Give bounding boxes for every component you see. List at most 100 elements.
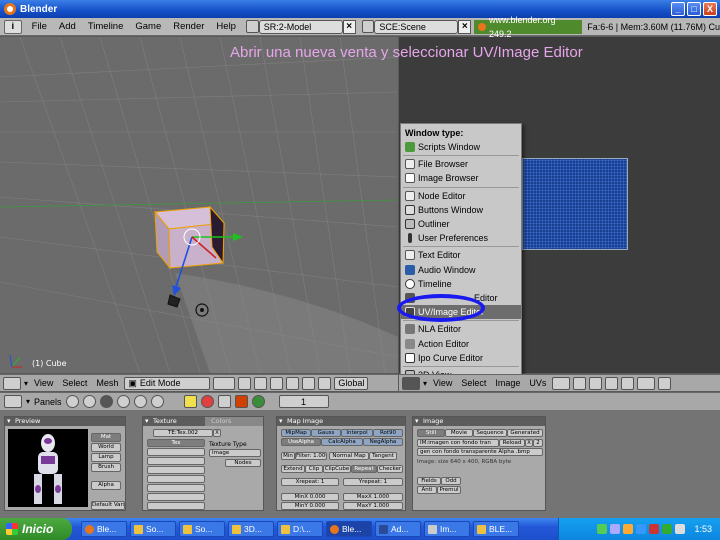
info-window-type-icon[interactable]: i (4, 19, 22, 34)
menu-file[interactable]: File (26, 19, 53, 35)
snap-icon[interactable] (658, 376, 672, 390)
texture-unlink-button[interactable]: X (213, 429, 221, 437)
collapse-menu-icon[interactable]: ▾ (423, 379, 427, 388)
menu-select[interactable]: Select (458, 377, 489, 390)
network-icon[interactable] (597, 524, 608, 534)
texture-nodes-button[interactable]: Nodes (225, 459, 261, 467)
scene-name-field[interactable]: SCE:Scene (374, 19, 459, 34)
menu-item-node-editor[interactable]: Node Editor (401, 189, 521, 203)
reload-button[interactable]: Reload (499, 439, 525, 447)
camera-object[interactable] (167, 294, 181, 308)
texture-channel[interactable] (147, 466, 205, 474)
interpol-toggle[interactable]: Interpol (341, 429, 373, 437)
fields-toggle[interactable]: Fields (417, 477, 441, 485)
menu-image[interactable]: Image (492, 377, 523, 390)
world-buttons-icon[interactable] (251, 395, 265, 408)
manipulator-toggle-icon[interactable] (254, 376, 268, 390)
menu-view[interactable]: View (31, 377, 56, 390)
texture-channel[interactable] (147, 475, 205, 483)
radiosity-buttons-icon[interactable] (234, 395, 248, 408)
premul-toggle[interactable]: Premul (437, 486, 461, 494)
island-select-icon[interactable] (621, 376, 635, 390)
sequence-tab[interactable]: Sequence (473, 429, 507, 437)
calcalpha-toggle[interactable]: CalcAlpha (321, 438, 363, 446)
still-tab[interactable]: Still (417, 429, 445, 437)
menu-add[interactable]: Add (53, 19, 82, 35)
texture-channel-selected[interactable]: Tex (147, 439, 205, 447)
colors-tab[interactable]: Colors (205, 417, 263, 426)
filter-size-field[interactable]: Filter: 1.000 (295, 452, 327, 460)
minimize-button[interactable]: _ (671, 2, 685, 16)
min-filter-toggle[interactable]: Min (281, 452, 295, 460)
3d-viewport[interactable] (0, 37, 398, 373)
xrepeat-field[interactable]: Xrepeat: 1 (281, 478, 339, 486)
antivirus-icon[interactable] (610, 524, 621, 534)
menu-item-user-preferences[interactable]: User Preferences (401, 231, 521, 245)
clipcube-toggle[interactable]: ClipCube (323, 465, 351, 473)
checker-toggle[interactable]: Checker (377, 465, 403, 473)
clip-toggle[interactable]: Clip (305, 465, 323, 473)
draw-type-icon[interactable] (213, 376, 236, 390)
preview-default-vars-button[interactable]: Default Vars (91, 501, 125, 510)
scene-delete-button[interactable]: × (458, 19, 472, 34)
texture-type-selector[interactable]: Image (209, 449, 261, 457)
hand-icon[interactable] (270, 376, 284, 390)
taskbar-item-folder[interactable]: BLE... (473, 521, 519, 537)
menu-item-text-editor[interactable]: Text Editor (401, 248, 521, 262)
menu-item-image-browser[interactable]: Image Browser (401, 171, 521, 185)
generated-tab[interactable]: Generated (507, 429, 543, 437)
image-window-type-icon[interactable] (402, 376, 420, 390)
menu-item-ipo-curve-editor[interactable]: Ipo Curve Editor (401, 351, 521, 365)
pivot-icon[interactable] (238, 376, 252, 390)
taskbar-item-explorer[interactable]: D:\... (277, 521, 323, 537)
menu-item-timeline[interactable]: Timeline (401, 277, 521, 291)
translate-icon[interactable] (286, 376, 300, 390)
messenger-icon[interactable] (623, 524, 634, 534)
odd-toggle[interactable]: Odd (441, 477, 461, 485)
texture-channel[interactable] (147, 502, 205, 510)
taskbar-item-folder[interactable]: 3D... (228, 521, 274, 537)
maximize-button[interactable]: □ (687, 2, 701, 16)
menu-mesh[interactable]: Mesh (93, 377, 121, 390)
screen-browse-icon[interactable] (245, 20, 259, 33)
battery-icon[interactable] (675, 524, 686, 534)
volume-icon[interactable] (662, 524, 673, 534)
material-buttons-icon[interactable] (200, 395, 214, 408)
orientation-selector[interactable]: Global (334, 376, 369, 390)
taskbar-item-firefox[interactable]: Ble... (81, 521, 127, 537)
window-type-selector-icon[interactable] (3, 376, 21, 390)
logic-context-icon[interactable] (65, 395, 79, 408)
image-unlink-button[interactable]: X (525, 439, 533, 447)
menu-help[interactable]: Help (210, 19, 242, 35)
scene-browse-icon[interactable] (361, 20, 375, 33)
menu-view[interactable]: View (430, 377, 455, 390)
taskbar-item-folder[interactable]: So... (130, 521, 176, 537)
object-context-icon[interactable] (116, 395, 130, 408)
lamp-buttons-icon[interactable] (183, 395, 197, 408)
menu-timeline[interactable]: Timeline (82, 19, 130, 35)
yrepeat-field[interactable]: Yrepeat: 1 (343, 478, 403, 486)
taskbar-item-image[interactable]: Im... (424, 521, 470, 537)
preview-mat-button[interactable]: Mat (91, 433, 121, 442)
extend-toggle[interactable]: Extend (281, 465, 305, 473)
collapse-menu-icon[interactable]: ▾ (26, 397, 30, 406)
mipmap-toggle[interactable]: MipMap (281, 429, 311, 437)
menu-item-outliner[interactable]: Outliner (401, 217, 521, 231)
gauss-toggle[interactable]: Gauss (311, 429, 341, 437)
buttons-window-type-icon[interactable] (4, 395, 22, 408)
close-button[interactable]: X (703, 2, 717, 16)
start-button[interactable]: Inicio (0, 518, 72, 540)
preview-alpha-button[interactable]: Alpha (91, 481, 121, 490)
menu-item-file-browser[interactable]: File Browser (401, 157, 521, 171)
minx-field[interactable]: MinX 0.000 (281, 493, 339, 501)
taskbar-item-folder[interactable]: So... (179, 521, 225, 537)
menu-render[interactable]: Render (167, 19, 210, 35)
edge-select-icon[interactable] (589, 376, 603, 390)
menu-game[interactable]: Game (129, 19, 167, 35)
normal-map-toggle[interactable]: Normal Map (329, 452, 369, 460)
update-icon[interactable] (636, 524, 647, 534)
preview-brush-button[interactable]: Brush (91, 463, 121, 472)
maxy-field[interactable]: MaxY 1.000 (343, 502, 403, 510)
movie-tab[interactable]: Movie (445, 429, 473, 437)
tangent-selector[interactable]: Tangent (369, 452, 397, 460)
